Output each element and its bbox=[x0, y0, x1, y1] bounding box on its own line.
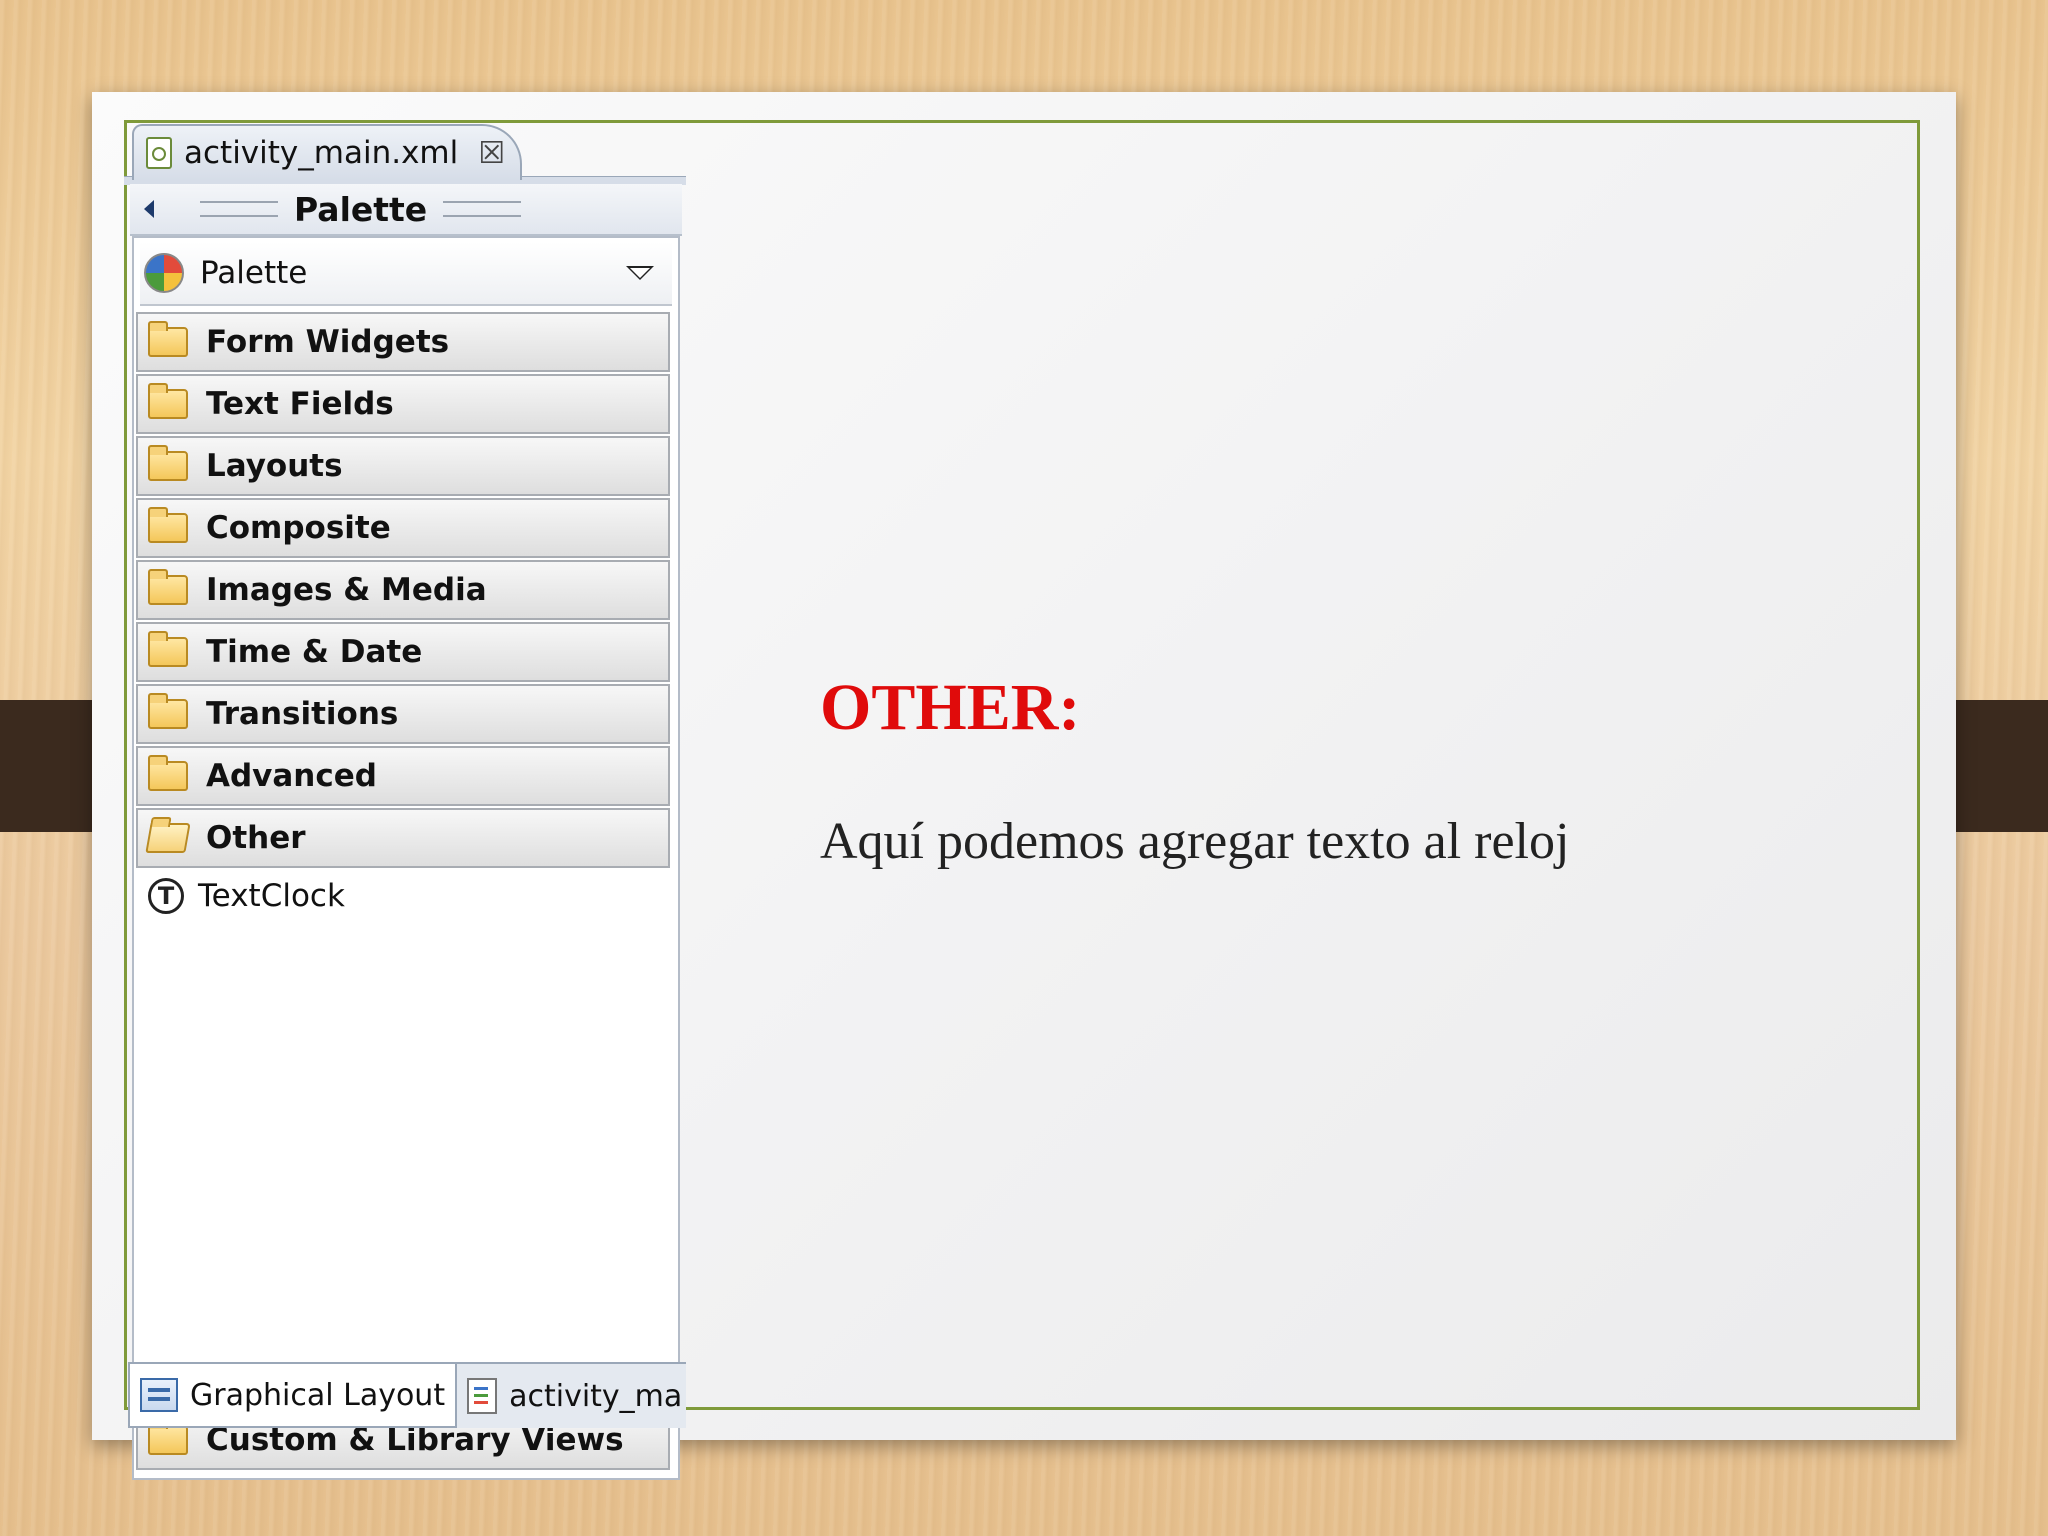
slide-body-text: Aquí podemos agregar texto al reloj bbox=[820, 813, 1570, 870]
tab-graphical-layout[interactable]: Graphical Layout bbox=[128, 1364, 458, 1428]
folder-open-icon bbox=[145, 823, 191, 853]
folder-icon bbox=[148, 1419, 188, 1455]
drawer-time-date[interactable]: Time & Date bbox=[136, 622, 670, 682]
folder-icon bbox=[148, 383, 188, 419]
drawer-form-widgets[interactable]: Form Widgets bbox=[136, 312, 670, 372]
android-xml-file-icon bbox=[146, 137, 172, 169]
tab-label: activity_ma bbox=[509, 1378, 683, 1414]
tab-activity-main-xml[interactable]: activity_ma bbox=[457, 1364, 686, 1428]
drawer-label: Other bbox=[206, 820, 306, 856]
xml-source-icon bbox=[467, 1378, 498, 1414]
drawer-label: Images & Media bbox=[206, 572, 487, 608]
slide-title: OTHER: bbox=[820, 671, 1081, 744]
close-x-icon[interactable]: ☒ bbox=[478, 136, 505, 171]
graphical-layout-icon bbox=[140, 1378, 178, 1412]
palette-dropdown[interactable]: Palette bbox=[140, 242, 672, 306]
drawer-advanced[interactable]: Advanced bbox=[136, 746, 670, 806]
drawer-label: Time & Date bbox=[206, 634, 423, 670]
palette-header: Palette bbox=[130, 184, 682, 236]
grip-left-icon bbox=[200, 201, 278, 217]
palette-icon bbox=[144, 253, 184, 293]
folder-icon bbox=[148, 631, 188, 667]
folder-icon bbox=[148, 507, 188, 543]
drawer-layouts[interactable]: Layouts bbox=[136, 436, 670, 496]
drawer-label: Composite bbox=[206, 510, 391, 546]
folder-icon bbox=[148, 569, 188, 605]
folder-icon bbox=[148, 321, 188, 357]
drawer-label: Form Widgets bbox=[206, 324, 450, 360]
tab-label: Graphical Layout bbox=[190, 1377, 446, 1413]
drawer-other[interactable]: Other bbox=[136, 808, 670, 868]
folder-icon bbox=[148, 693, 188, 729]
drawer-composite[interactable]: Composite bbox=[136, 498, 670, 558]
drawer-label: Advanced bbox=[206, 758, 377, 794]
drawer-transitions[interactable]: Transitions bbox=[136, 684, 670, 744]
palette-body: Palette Form Widgets Text Fields Layouts… bbox=[132, 236, 680, 1480]
drawer-text-fields[interactable]: Text Fields bbox=[136, 374, 670, 434]
drawer-label: Transitions bbox=[206, 696, 399, 732]
palette-item-label: TextClock bbox=[198, 878, 345, 914]
grip-right-icon bbox=[443, 201, 522, 217]
folder-icon bbox=[148, 755, 188, 791]
drawer-images-media[interactable]: Images & Media bbox=[136, 560, 670, 620]
drawer-label: Text Fields bbox=[206, 386, 394, 422]
folder-icon bbox=[148, 445, 188, 481]
palette-panel: activity_main.xml ☒ Palette Palette Form… bbox=[124, 120, 686, 1480]
editor-tab-label: activity_main.xml bbox=[184, 135, 459, 171]
editor-tab-activity-main[interactable]: activity_main.xml ☒ bbox=[132, 124, 522, 180]
collapse-arrow-icon[interactable] bbox=[144, 200, 154, 218]
palette-title: Palette bbox=[294, 189, 428, 229]
editor-bottom-tabs: Graphical Layout activity_ma bbox=[128, 1362, 686, 1428]
palette-dropdown-label: Palette bbox=[200, 255, 308, 291]
textclock-icon: T bbox=[148, 878, 184, 914]
chevron-down-icon[interactable] bbox=[626, 266, 654, 280]
drawer-label: Layouts bbox=[206, 448, 343, 484]
palette-item-textclock[interactable]: T TextClock bbox=[148, 878, 345, 914]
